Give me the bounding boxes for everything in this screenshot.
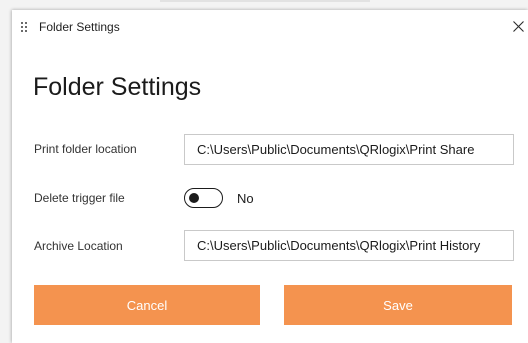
- window-title: Folder Settings: [39, 20, 120, 34]
- close-button[interactable]: [508, 16, 528, 36]
- app-grid-icon: [21, 22, 27, 32]
- delete-trigger-toggle[interactable]: [184, 188, 223, 208]
- folder-settings-dialog: Folder Settings Folder Settings Print fo…: [12, 10, 528, 343]
- print-folder-field[interactable]: C:\Users\Public\Documents\QRlogix\Print …: [184, 134, 514, 165]
- delete-trigger-label: Delete trigger file: [34, 191, 125, 205]
- archive-location-field[interactable]: C:\Users\Public\Documents\QRlogix\Print …: [184, 230, 514, 261]
- page-title: Folder Settings: [33, 73, 202, 101]
- delete-trigger-state: No: [237, 191, 254, 206]
- title-bar[interactable]: Folder Settings: [12, 10, 528, 42]
- toggle-knob: [189, 192, 199, 203]
- background-window-edge: [160, 0, 370, 2]
- cancel-button[interactable]: Cancel: [34, 285, 260, 325]
- archive-location-label: Archive Location: [34, 239, 123, 253]
- save-button[interactable]: Save: [284, 285, 512, 325]
- print-folder-label: Print folder location: [34, 142, 137, 156]
- close-icon: [512, 20, 524, 32]
